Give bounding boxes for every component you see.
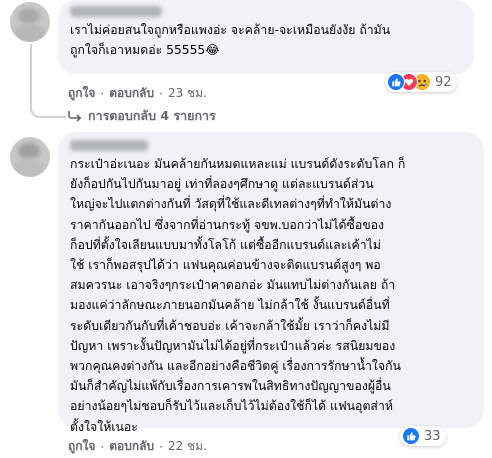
comment-bubble: เราไม่ค่อยสนใจถูกหรือแพงอ่ะ จะคล้าย-จะเห… [58,0,474,74]
comment-actions: ถูกใจ · ตอบกลับ · 23 ชม. [68,84,207,103]
separator-dot: · [159,86,163,101]
reply-link[interactable]: ตอบกลับ [109,437,154,456]
like-icon [402,427,420,445]
comment-reactions[interactable]: 33 [400,426,446,446]
comment-author-name[interactable] [70,140,148,151]
thread-connector [30,44,66,118]
separator-dot: · [100,439,105,454]
comment-actions: ถูกใจ · ตอบกลับ · 22 ชม. [68,437,207,456]
commenter-avatar[interactable] [10,2,50,42]
reply-link[interactable]: ตอบกลับ [109,84,154,103]
separator-dot: · [159,439,163,454]
comment-timestamp[interactable]: 23 ชม. [168,84,207,103]
comment-author-name[interactable] [70,6,162,17]
reaction-count: 33 [424,428,441,444]
view-replies-link[interactable]: การตอบกลับ 4 รายการ [68,106,216,126]
comment-text: เราไม่ค่อยสนใจถูกหรือแพงอ่ะ จะคล้าย-จะเห… [70,23,391,57]
reply-arrow-icon [68,110,82,122]
comment-timestamp[interactable]: 22 ชม. [168,437,207,456]
like-icon [387,73,405,91]
comment-reactions[interactable]: 92 [385,72,457,92]
comment-bubble: กระเป๋าอ่ะเนอะ มันคล้ายกันหมดแหละแม่ แบร… [58,132,484,434]
like-link[interactable]: ถูกใจ [68,437,95,456]
separator-dot: · [100,86,105,101]
replies-count-label: การตอบกลับ 4 รายการ [88,108,216,123]
commenter-avatar[interactable] [10,137,50,177]
comment-text: กระเป๋าอ่ะเนอะ มันคล้ายกันหมดแหละแม่ แบร… [70,157,406,434]
like-link[interactable]: ถูกใจ [68,84,95,103]
reaction-count: 92 [435,74,452,90]
